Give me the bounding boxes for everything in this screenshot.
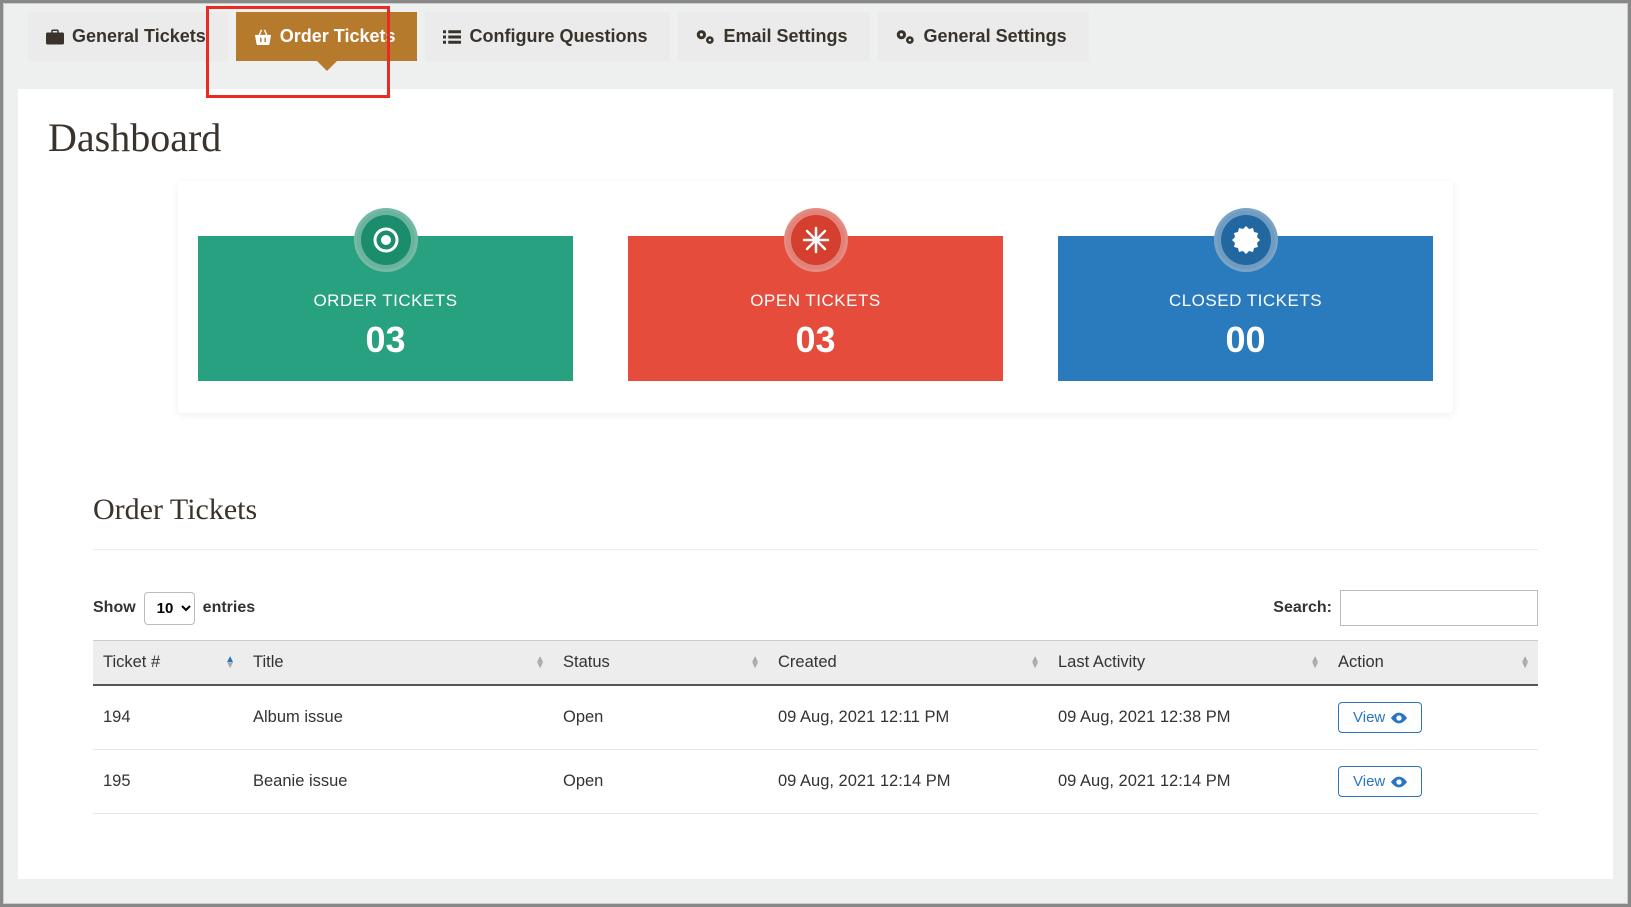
- tab-configure-questions[interactable]: Configure Questions: [425, 12, 669, 61]
- order-tickets-section: Order Tickets Show 10 entries Search:: [48, 493, 1583, 814]
- sort-icon: ▲▼: [225, 657, 235, 669]
- tab-bar: General Tickets Order Tickets Configure …: [28, 12, 1613, 61]
- tab-order-tickets[interactable]: Order Tickets: [236, 12, 418, 61]
- tab-label: Configure Questions: [469, 26, 647, 47]
- briefcase-icon: [46, 29, 64, 45]
- col-status[interactable]: Status ▲▼: [553, 641, 768, 686]
- view-button[interactable]: View: [1338, 766, 1422, 797]
- sort-icon: ▲▼: [750, 657, 760, 669]
- stat-label: ORDER TICKETS: [208, 291, 563, 311]
- col-ticket[interactable]: Ticket # ▲▼: [93, 641, 243, 686]
- list-icon: [443, 29, 461, 45]
- col-last-activity[interactable]: Last Activity ▲▼: [1048, 641, 1328, 686]
- stat-value: 00: [1068, 319, 1423, 361]
- tickets-table: Ticket # ▲▼ Title ▲▼ Status ▲▼: [93, 640, 1538, 814]
- stat-card-order[interactable]: ORDER TICKETS 03: [198, 236, 573, 381]
- tab-label: Order Tickets: [280, 26, 396, 47]
- tab-label: Email Settings: [724, 26, 848, 47]
- cell-status: Open: [553, 750, 768, 814]
- cell-ticket: 194: [93, 685, 243, 750]
- tab-general-tickets[interactable]: General Tickets: [28, 12, 228, 61]
- tab-email-settings[interactable]: Email Settings: [678, 12, 870, 61]
- cell-status: Open: [553, 685, 768, 750]
- tab-general-settings[interactable]: General Settings: [878, 12, 1089, 61]
- sort-icon: ▲▼: [1310, 657, 1320, 669]
- tab-label: General Settings: [924, 26, 1067, 47]
- show-label: Show: [93, 599, 136, 617]
- tab-label: General Tickets: [72, 26, 206, 47]
- page-size-select[interactable]: 10: [144, 592, 195, 625]
- table-row: 195 Beanie issue Open 09 Aug, 2021 12:14…: [93, 750, 1538, 814]
- target-icon: [354, 208, 418, 272]
- stat-value: 03: [208, 319, 563, 361]
- gears-icon: [896, 29, 916, 45]
- eye-icon: [1391, 712, 1407, 724]
- stat-cards: ORDER TICKETS 03 OPEN TICKETS 03 CLOSED …: [178, 181, 1453, 413]
- col-action[interactable]: Action ▲▼: [1328, 641, 1538, 686]
- cell-ticket: 195: [93, 750, 243, 814]
- cell-title: Beanie issue: [243, 750, 553, 814]
- page-title: Dashboard: [48, 114, 1583, 161]
- sort-icon: ▲▼: [1520, 657, 1530, 669]
- snowflake-icon: [784, 208, 848, 272]
- view-button[interactable]: View: [1338, 702, 1422, 733]
- cell-created: 09 Aug, 2021 12:11 PM: [768, 685, 1048, 750]
- gears-icon: [696, 29, 716, 45]
- search-label: Search:: [1273, 599, 1332, 617]
- sort-icon: ▲▼: [1030, 657, 1040, 669]
- stat-label: CLOSED TICKETS: [1068, 291, 1423, 311]
- sort-icon: ▲▼: [535, 657, 545, 669]
- stat-card-closed[interactable]: CLOSED TICKETS 00: [1058, 236, 1433, 381]
- table-controls: Show 10 entries Search:: [93, 590, 1538, 626]
- table-row: 194 Album issue Open 09 Aug, 2021 12:11 …: [93, 685, 1538, 750]
- col-title[interactable]: Title ▲▼: [243, 641, 553, 686]
- stat-label: OPEN TICKETS: [638, 291, 993, 311]
- cell-last-activity: 09 Aug, 2021 12:14 PM: [1048, 750, 1328, 814]
- search-input[interactable]: [1340, 590, 1538, 626]
- section-title: Order Tickets: [93, 493, 1538, 550]
- col-created[interactable]: Created ▲▼: [768, 641, 1048, 686]
- entries-label: entries: [203, 599, 255, 617]
- cell-last-activity: 09 Aug, 2021 12:38 PM: [1048, 685, 1328, 750]
- stat-value: 03: [638, 319, 993, 361]
- cell-created: 09 Aug, 2021 12:14 PM: [768, 750, 1048, 814]
- main-panel: Dashboard ORDER TICKETS 03 OPEN TICKETS …: [18, 89, 1613, 879]
- cell-title: Album issue: [243, 685, 553, 750]
- eye-icon: [1391, 776, 1407, 788]
- stat-card-open[interactable]: OPEN TICKETS 03: [628, 236, 1003, 381]
- seal-icon: [1214, 208, 1278, 272]
- basket-icon: [254, 29, 272, 45]
